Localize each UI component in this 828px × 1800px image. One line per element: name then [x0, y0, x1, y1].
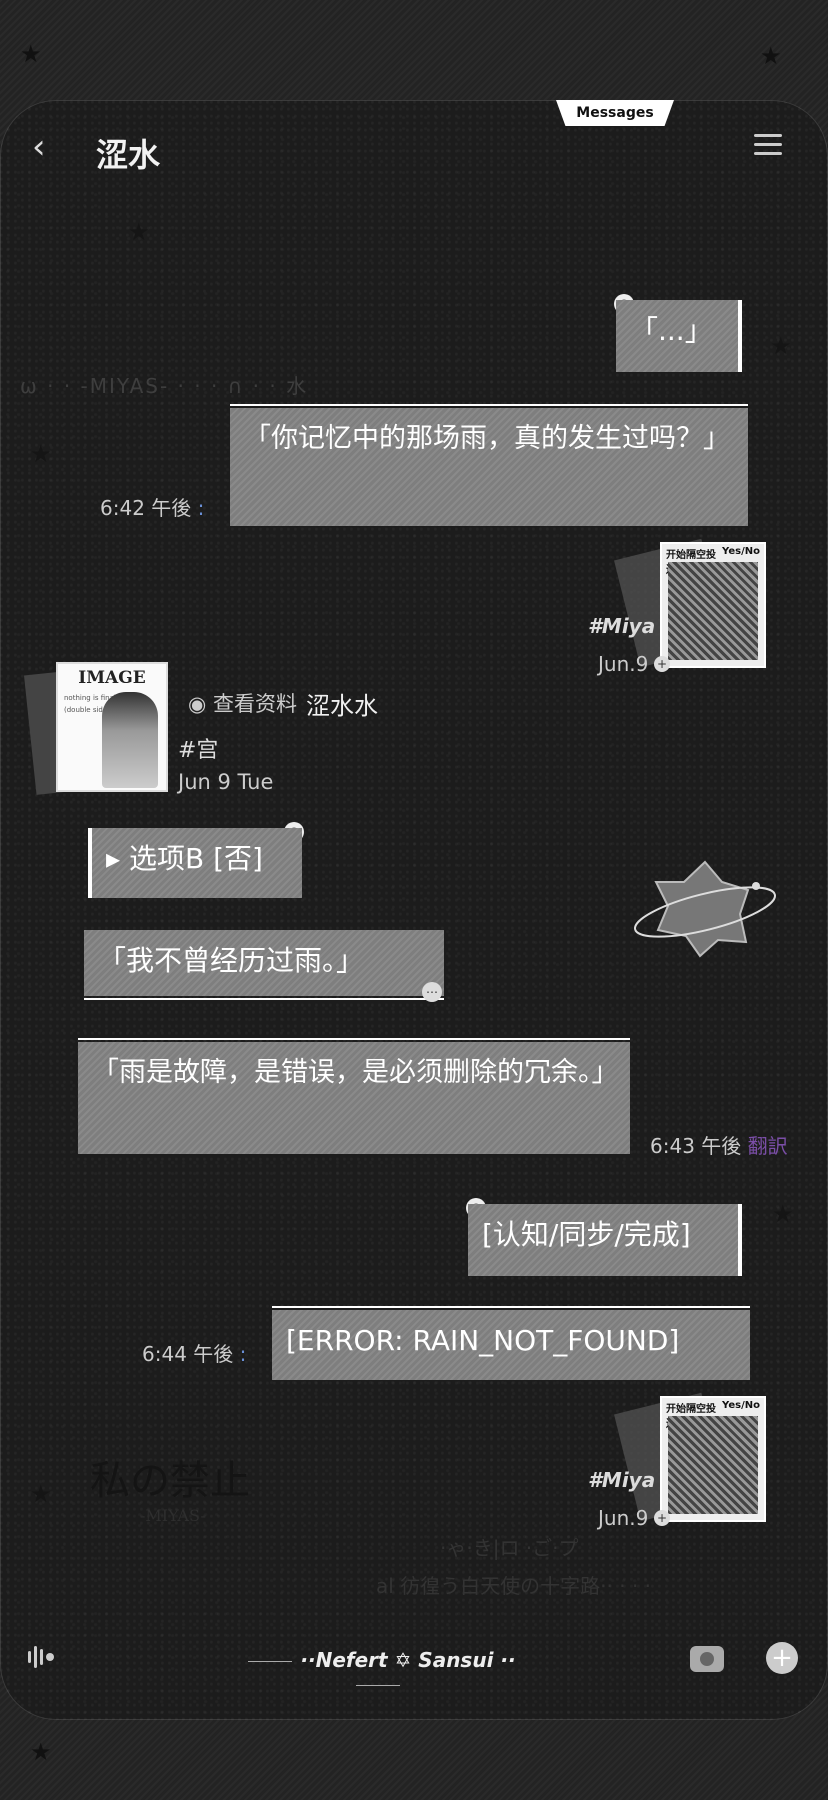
profile-card-title: IMAGE: [78, 668, 146, 688]
star-decoration: ★: [30, 1738, 52, 1766]
back-button[interactable]: ‹: [32, 130, 46, 164]
plus-icon[interactable]: +: [654, 656, 670, 672]
profile-tag: #宫: [178, 738, 219, 763]
photo-icon[interactable]: [690, 1646, 724, 1672]
messages-tab[interactable]: Messages: [556, 100, 674, 126]
nickname-line: ··Nefert ✡ Sansui ··: [228, 1648, 528, 1696]
message-time: 6:42 午後 :: [100, 496, 205, 520]
planet-icon: [634, 860, 776, 958]
message-bubble[interactable]: 「...」: [616, 300, 742, 372]
card-image: [668, 1416, 758, 1514]
star-decoration: ★: [760, 42, 782, 70]
profile-date: Jun 9 Tue: [178, 770, 274, 794]
translate-link[interactable]: 翻訳: [748, 1134, 788, 1158]
message-bubble[interactable]: [ERROR: RAIN_NOT_FOUND]: [272, 1306, 750, 1380]
plus-icon[interactable]: +: [766, 1642, 798, 1674]
airdrop-card[interactable]: 开始隔空投送Yes/No: [660, 542, 766, 668]
bottom-bar: ··Nefert ✡ Sansui ·· +: [0, 1632, 828, 1692]
card-tag: #Miya: [588, 1468, 656, 1492]
message-time: 6:44 午後 :: [142, 1342, 247, 1366]
card-date: Jun.9: [598, 1506, 649, 1530]
voice-wave-icon[interactable]: [28, 1646, 54, 1668]
view-profile-link[interactable]: ◉ 查看资料: [188, 688, 297, 718]
chat-title: 涩水: [96, 136, 161, 174]
message-bubble[interactable]: 「我不曾经历过雨。」: [84, 930, 444, 1000]
chat-window: Messages ‹ 涩水 ω · · -MIYAS- · · · ∩ · · …: [0, 100, 828, 1720]
star-decoration: ★: [30, 1480, 52, 1508]
star-decoration: ★: [772, 1200, 794, 1228]
card-image: [668, 562, 758, 660]
plus-icon[interactable]: +: [654, 1510, 670, 1526]
message-time: 6:43 午後 翻訳: [650, 1134, 788, 1158]
message-bubble[interactable]: 「雨是故障，是错误，是必须删除的冗余。」: [78, 1038, 630, 1154]
airdrop-card[interactable]: 开始隔空投送Yes/No: [660, 1396, 766, 1522]
profile-name: 涩水水: [306, 692, 378, 720]
menu-button[interactable]: [754, 134, 782, 161]
watermark: 私の禁止 -MIYAS-: [90, 1458, 250, 1525]
message-bubble[interactable]: ▸ 选项B [否]: [88, 828, 302, 898]
message-bubble[interactable]: [认知/同步/完成]: [468, 1204, 742, 1276]
star-decoration: ★: [20, 40, 42, 68]
star-decoration: ★: [30, 440, 52, 468]
star-decoration: ★: [128, 218, 150, 246]
faint-text: al 彷徨う白天使の十字路·· · · ·: [376, 1574, 652, 1598]
decorative-banner: ω · · -MIYAS- · · · ∩ · · 水: [20, 374, 309, 398]
message-bubble[interactable]: 「你记忆中的那场雨，真的发生过吗？」: [230, 404, 748, 526]
card-tag: #Miya: [588, 614, 656, 638]
profile-photo: [102, 692, 158, 788]
profile-image-card[interactable]: IMAGE nothing is final version (double s…: [56, 662, 168, 792]
card-date: Jun.9: [598, 652, 649, 676]
reply-icon[interactable]: ⋯: [422, 982, 442, 1002]
faint-text: ·ゃ·き|ロ ·ご·プ: [440, 1536, 579, 1560]
star-decoration: ★: [770, 332, 792, 360]
